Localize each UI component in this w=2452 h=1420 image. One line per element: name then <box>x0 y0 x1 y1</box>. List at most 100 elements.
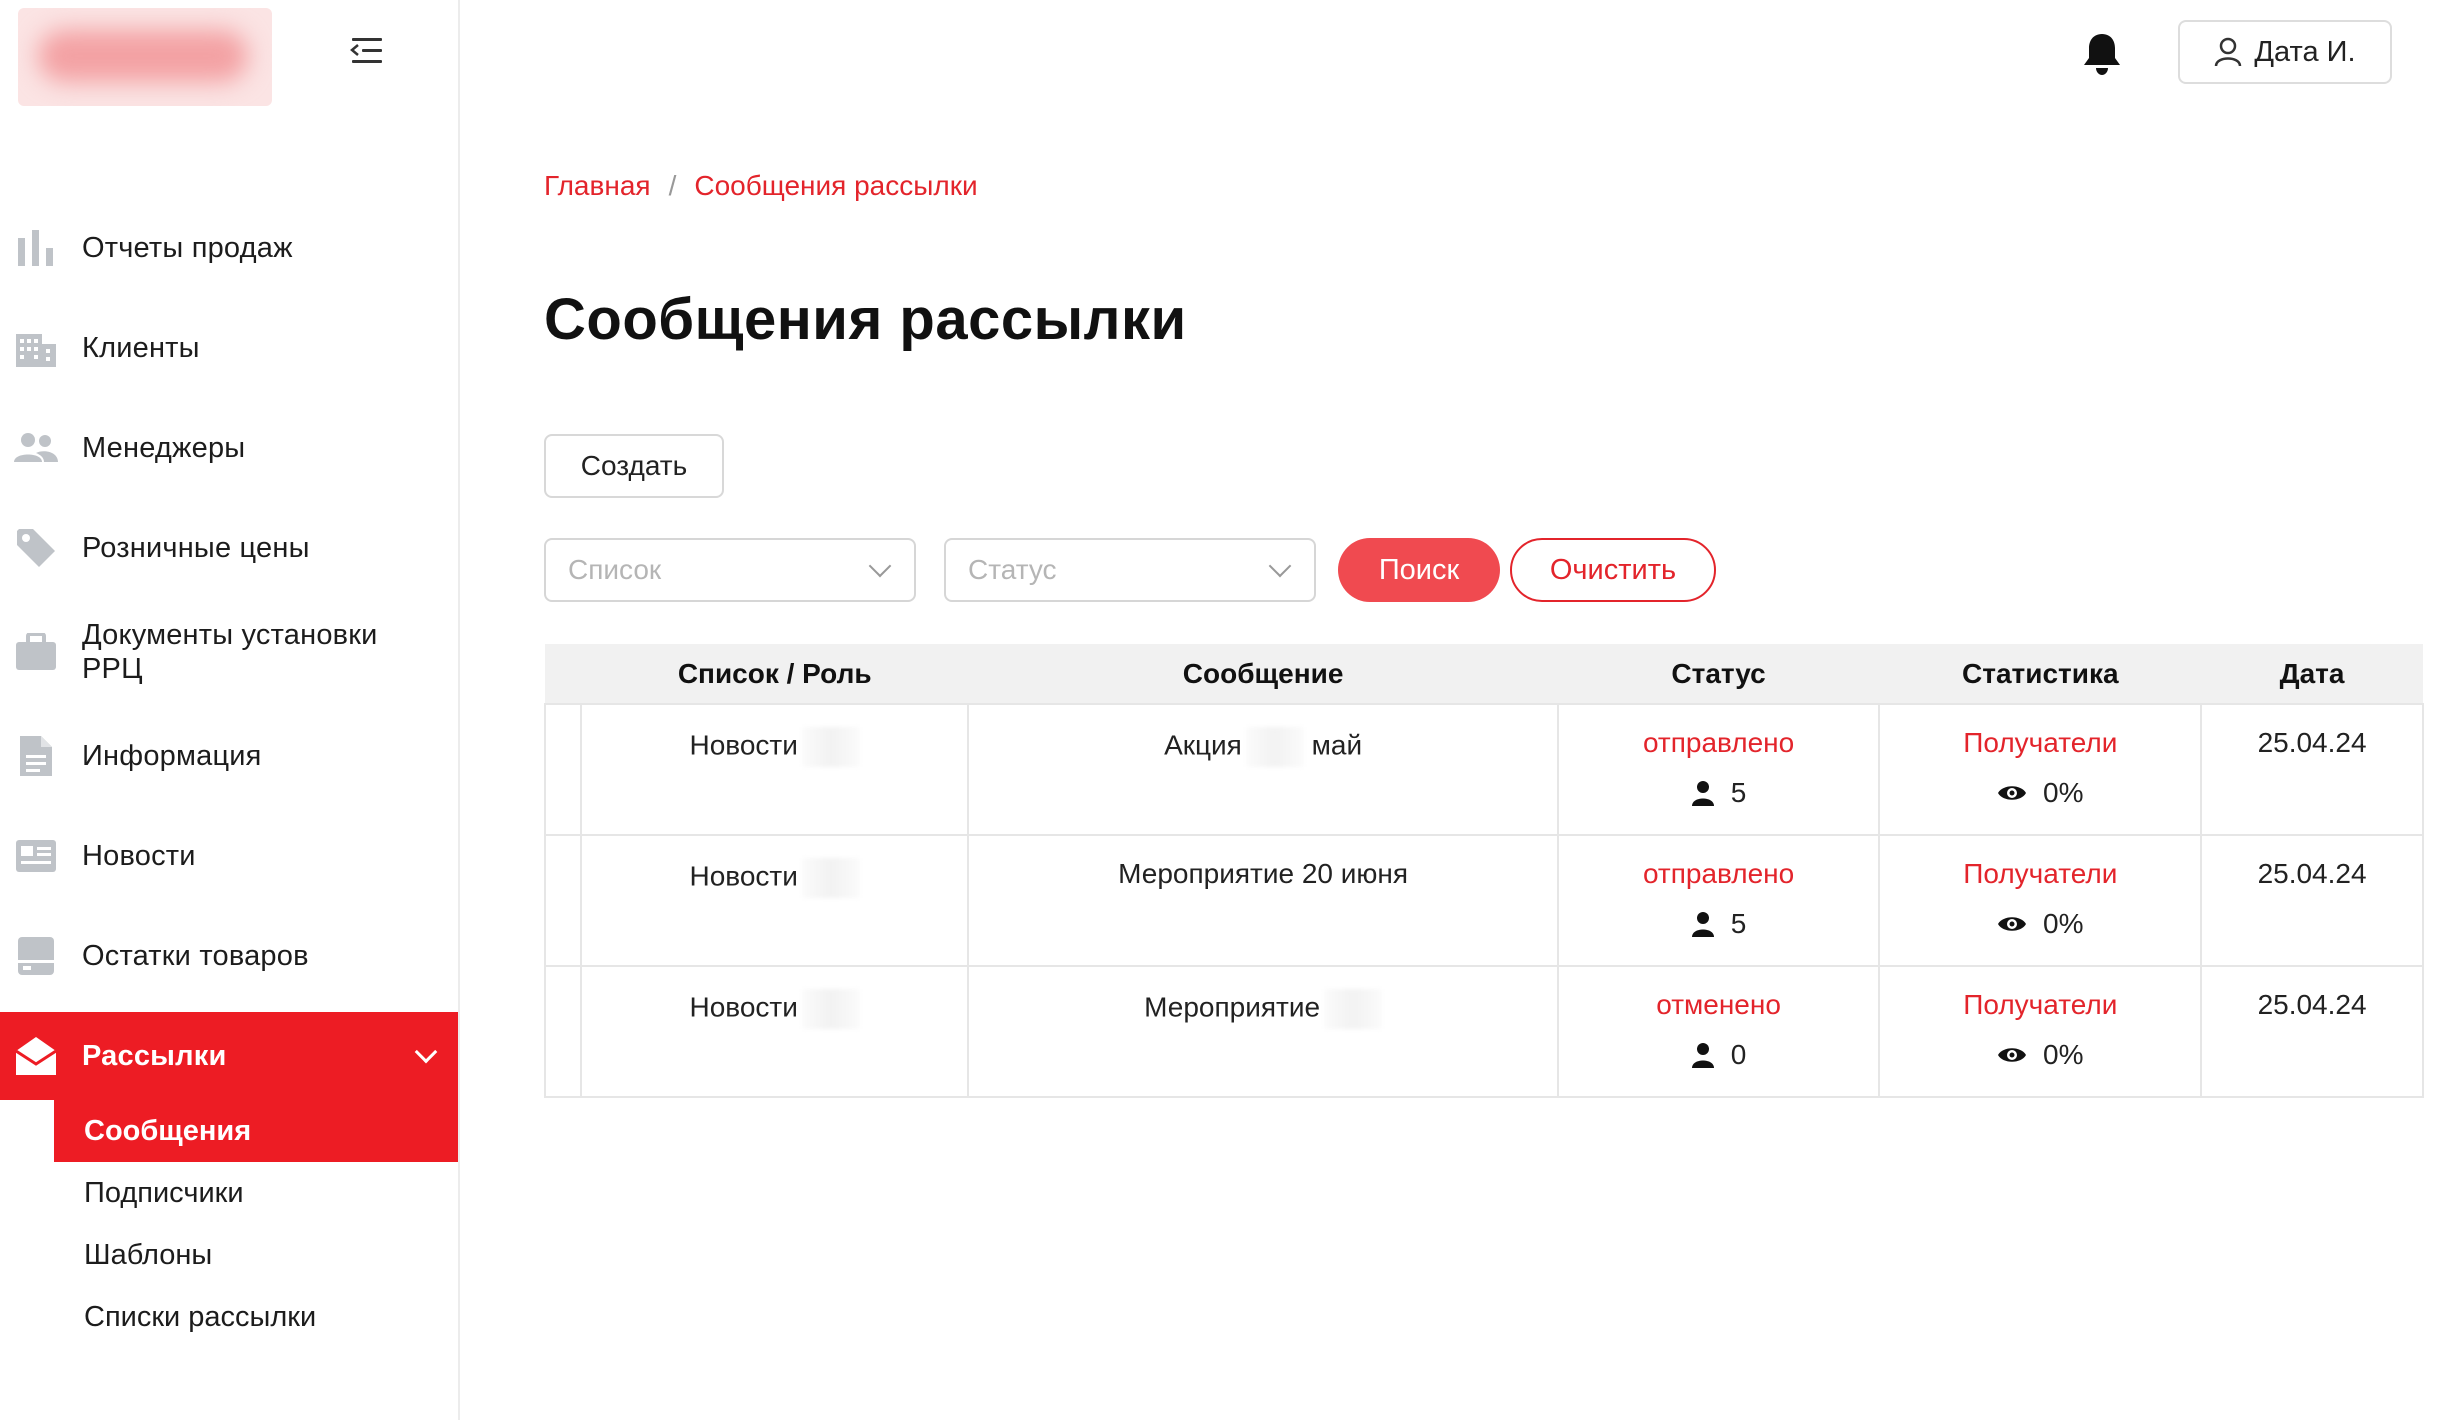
create-button[interactable]: Создать <box>544 434 724 498</box>
search-button[interactable]: Поиск <box>1338 538 1500 602</box>
user-icon <box>2215 37 2242 67</box>
column-header-list[interactable]: Список / Роль <box>580 644 969 704</box>
redacted-area <box>801 727 860 767</box>
views-percent: 0% <box>2043 777 2084 808</box>
eye-icon <box>1998 786 2027 800</box>
user-menu-button[interactable]: Дата И. <box>2178 20 2392 84</box>
cell-list: Новости <box>579 703 970 836</box>
submenu-item-label: Шаблоны <box>84 1238 213 1271</box>
document-icon <box>14 734 58 778</box>
table-header-row: Список / Роль Сообщение Статус Статистик… <box>545 644 2423 704</box>
sidebar-item-label: Рассылки <box>82 1040 227 1072</box>
recipients-link[interactable]: Получатели <box>1880 727 2200 759</box>
clear-button[interactable]: Очистить <box>1510 538 1716 602</box>
sidebar-item-retail-prices[interactable]: Розничные цены <box>0 512 458 584</box>
row-spacer <box>544 834 582 967</box>
submenu-item-messages[interactable]: Сообщения <box>54 1100 458 1162</box>
chevron-down-icon <box>868 554 892 578</box>
envelope-open-icon <box>14 1034 58 1078</box>
recipients-count: 5 <box>1730 777 1747 808</box>
cell-message: Мероприятие <box>967 965 1559 1098</box>
recipients-link[interactable]: Получатели <box>1880 858 2200 890</box>
submenu-item-label: Сообщения <box>84 1114 252 1147</box>
list-select[interactable]: Список <box>544 538 916 602</box>
sidebar-item-label: Отчеты продаж <box>82 232 293 264</box>
sidebar-item-label: Остатки товаров <box>82 940 309 972</box>
list-name: Новости <box>689 729 798 761</box>
cell-message: Акция май <box>967 703 1559 836</box>
cell-list: Новости <box>579 834 970 967</box>
inventory-icon <box>14 934 58 978</box>
cell-list: Новости <box>579 965 970 1098</box>
sidebar-item-clients[interactable]: Клиенты <box>0 312 458 384</box>
table-row[interactable]: Новости Мероприятие 20 июня отправлено 5… <box>544 834 2424 967</box>
breadcrumb-separator: / <box>668 170 677 201</box>
chevron-down-icon <box>1268 554 1292 578</box>
sidebar-item-news[interactable]: Новости <box>0 820 458 892</box>
user-icon <box>1691 912 1714 937</box>
table-header-spacer <box>545 644 581 704</box>
sidebar-item-information[interactable]: Информация <box>0 720 458 792</box>
column-header-message[interactable]: Сообщение <box>968 644 1558 704</box>
newspaper-icon <box>14 834 58 878</box>
sidebar-item-mailings[interactable]: Рассылки <box>0 1012 458 1100</box>
breadcrumb: Главная / Сообщения рассылки <box>544 170 978 202</box>
sidebar-item-managers[interactable]: Менеджеры <box>0 412 458 484</box>
submenu-item-mailing-lists[interactable]: Списки рассылки <box>54 1286 458 1348</box>
sidebar-item-rrp-documents[interactable]: Документы установки РРЦ <box>0 612 458 692</box>
message-title[interactable]: Мероприятие 20 июня <box>1118 858 1408 889</box>
column-header-statistics[interactable]: Статистика <box>1879 644 2202 704</box>
table-row[interactable]: Новости Мероприятие отменено 0 Получател… <box>544 965 2424 1098</box>
submenu-item-templates[interactable]: Шаблоны <box>54 1224 458 1286</box>
sidebar-item-stock[interactable]: Остатки товаров <box>0 920 458 992</box>
submenu-item-label: Подписчики <box>84 1176 244 1209</box>
brand-logo[interactable] <box>18 8 272 106</box>
status-select-placeholder: Статус <box>968 554 1057 585</box>
sidebar: Отчеты продаж Клиенты Менеджеры Розничны… <box>0 0 460 1420</box>
people-icon <box>14 426 58 470</box>
recipients-count: 5 <box>1730 908 1747 939</box>
breadcrumb-home-link[interactable]: Главная <box>544 170 651 202</box>
sidebar-item-label: Розничные цены <box>82 532 310 564</box>
status-select[interactable]: Статус <box>944 538 1316 602</box>
message-title[interactable]: Акция <box>1164 729 1242 760</box>
sidebar-item-label: Документы установки РРЦ <box>82 619 378 685</box>
chevron-down-icon[interactable] <box>414 1040 438 1064</box>
sidebar-item-label: Клиенты <box>82 332 200 364</box>
table-row[interactable]: Новости Акция май отправлено 5 Получател… <box>544 703 2424 836</box>
eye-icon <box>1998 917 2027 931</box>
message-title[interactable]: Мероприятие <box>1144 991 1320 1022</box>
messages-table: Список / Роль Сообщение Статус Статистик… <box>544 644 2424 1098</box>
page-title: Сообщения рассылки <box>544 287 1187 352</box>
tag-icon <box>14 526 58 570</box>
sidebar-item-label: Информация <box>82 740 262 772</box>
cell-message: Мероприятие 20 июня <box>967 834 1559 967</box>
user-name: Дата И. <box>2254 35 2356 68</box>
status-badge: отправлено <box>1642 858 1795 889</box>
list-name: Новости <box>689 860 798 892</box>
sidebar-item-sales-reports[interactable]: Отчеты продаж <box>0 212 458 284</box>
eye-icon <box>1998 1048 2027 1062</box>
bar-chart-icon <box>14 226 58 270</box>
column-header-status[interactable]: Статус <box>1557 644 1880 704</box>
cell-status: отменено 0 <box>1556 965 1881 1098</box>
row-spacer <box>544 965 582 1098</box>
views-percent: 0% <box>2043 908 2084 939</box>
redacted-area <box>801 858 860 898</box>
sidebar-collapse-icon[interactable] <box>348 34 386 68</box>
recipients-count: 0 <box>1730 1039 1747 1070</box>
views-percent: 0% <box>2043 1039 2084 1070</box>
cell-date: 25.04.24 <box>2200 965 2424 1098</box>
redacted-area <box>1245 727 1304 767</box>
user-icon <box>1691 1043 1714 1068</box>
message-title-suffix: май <box>1311 729 1363 761</box>
column-header-date[interactable]: Дата <box>2201 644 2423 704</box>
sidebar-item-label: Менеджеры <box>82 432 246 464</box>
recipients-link[interactable]: Получатели <box>1880 989 2200 1021</box>
submenu-item-subscribers[interactable]: Подписчики <box>54 1162 458 1224</box>
cell-date: 25.04.24 <box>2200 703 2424 836</box>
redacted-area <box>801 989 860 1029</box>
bell-icon[interactable] <box>2082 32 2122 76</box>
list-select-placeholder: Список <box>568 554 662 585</box>
list-name: Новости <box>689 991 798 1023</box>
